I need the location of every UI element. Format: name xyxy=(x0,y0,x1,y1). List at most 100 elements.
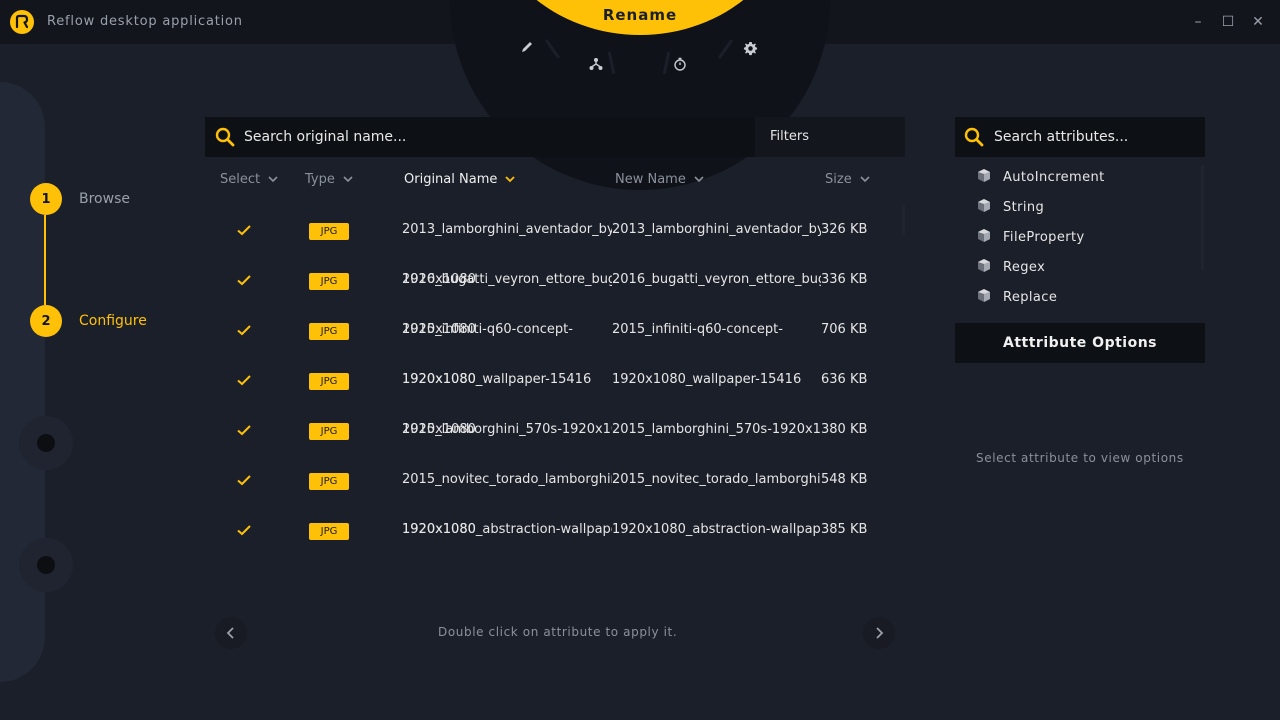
checkmark-icon[interactable] xyxy=(235,371,255,391)
table-row[interactable]: JPG 2016_bugatti_veyron_ettore_bugatti_le… xyxy=(205,256,905,306)
minimize-button[interactable]: – xyxy=(1188,12,1208,32)
new-name-cell: 2015_lamborghini_570s-1920x1080 xyxy=(612,422,822,437)
original-name-overlap: 1920x1080 xyxy=(402,522,476,537)
window-title: Reflow desktop application xyxy=(47,14,243,29)
steps-panel xyxy=(0,82,45,682)
checkmark-icon[interactable] xyxy=(235,421,255,441)
chevron-left-icon xyxy=(226,627,234,639)
column-size[interactable]: Size xyxy=(825,172,870,187)
app-logo xyxy=(10,10,34,34)
cube-icon xyxy=(975,256,993,278)
cube-icon xyxy=(975,196,993,218)
checkmark-icon[interactable] xyxy=(235,221,255,241)
step-3-indicator[interactable] xyxy=(37,434,55,452)
step-4-indicator[interactable] xyxy=(37,556,55,574)
hierarchy-icon[interactable] xyxy=(586,54,606,74)
chevron-down-icon xyxy=(860,172,870,187)
new-name-cell: 2015_novitec_torado_lamborghini_huracan_ xyxy=(612,472,822,487)
attribute-options-empty-hint: Select attribute to view options xyxy=(976,451,1184,465)
checkmark-icon[interactable] xyxy=(235,271,255,291)
file-type-badge: JPG xyxy=(309,323,349,340)
rename-label: Rename xyxy=(602,6,678,24)
new-name-cell: 1920x1080_abstraction-wallpaper-for- xyxy=(612,522,822,537)
original-name-overlap: 1920x1080 xyxy=(402,272,476,287)
column-select[interactable]: Select xyxy=(220,172,278,187)
table-row[interactable]: JPG 1920x1080_abstraction-wallpaper-for- 1… xyxy=(205,506,905,556)
cube-icon xyxy=(975,226,993,248)
search-icon xyxy=(215,127,235,151)
attribute-list-scrollbar[interactable] xyxy=(1201,165,1204,270)
size-cell: 380 KB xyxy=(821,422,901,437)
table-row[interactable]: JPG 2015_infiniti-q60-concept- 1920x1080 20… xyxy=(205,306,905,356)
filters-button[interactable]: Filters xyxy=(755,117,905,157)
new-name-cell: 2015_infiniti-q60-concept- xyxy=(612,322,783,337)
file-type-badge: JPG xyxy=(309,273,349,290)
attribute-item-label: Replace xyxy=(1003,289,1058,305)
chevron-right-icon xyxy=(876,627,884,639)
size-cell: 336 KB xyxy=(821,272,901,287)
attribute-item-label: Regex xyxy=(1003,259,1046,275)
attribute-item-label: String xyxy=(1003,199,1045,215)
attribute-item[interactable]: Replace xyxy=(975,285,1057,309)
checkmark-icon[interactable] xyxy=(235,521,255,541)
checkmark-icon[interactable] xyxy=(235,321,255,341)
original-name-cell: 2013_lamborghini_aventador_by_novitec_to… xyxy=(402,222,612,237)
checkmark-icon[interactable] xyxy=(235,471,255,491)
close-button[interactable]: ✕ xyxy=(1248,12,1268,32)
step-1-indicator[interactable]: 1 xyxy=(30,183,62,215)
table-row[interactable]: JPG 1920x1080_wallpaper-15416 1920x1080_ 19… xyxy=(205,356,905,406)
chevron-down-icon xyxy=(694,172,704,187)
attribute-item[interactable]: AutoIncrement xyxy=(975,165,1105,189)
column-select-label: Select xyxy=(220,172,261,187)
chevron-down-icon xyxy=(268,172,278,187)
cube-icon xyxy=(975,286,993,308)
size-cell: 548 KB xyxy=(821,472,901,487)
table-row[interactable]: JPG 2013_lamborghini_aventador_by_novitec… xyxy=(205,206,905,256)
file-type-badge: JPG xyxy=(309,373,349,390)
original-name-overlap: 1920x1080 xyxy=(402,322,476,337)
column-type[interactable]: Type xyxy=(305,172,353,187)
attribute-item[interactable]: FileProperty xyxy=(975,225,1085,249)
attribute-item[interactable]: String xyxy=(975,195,1044,219)
previous-page-button[interactable] xyxy=(215,617,247,649)
chevron-down-icon xyxy=(343,172,353,187)
step-progress-line xyxy=(44,215,46,305)
new-name-cell: 2016_bugatti_veyron_ettore_bugatti_legen… xyxy=(612,272,822,287)
apply-attribute-hint: Double click on attribute to apply it. xyxy=(438,625,678,639)
file-type-badge: JPG xyxy=(309,423,349,440)
column-size-label: Size xyxy=(825,172,852,187)
cube-icon xyxy=(975,166,993,188)
maximize-button[interactable]: ☐ xyxy=(1218,12,1238,32)
size-cell: 706 KB xyxy=(821,322,901,337)
attribute-item-label: FileProperty xyxy=(1003,229,1085,245)
original-name-cell: 2015_novitec_torado_lamborghini_huracan_ xyxy=(402,472,612,487)
step-2-indicator[interactable]: 2 xyxy=(30,305,62,337)
gear-icon[interactable] xyxy=(740,38,760,58)
next-page-button[interactable] xyxy=(863,617,895,649)
pencil-icon[interactable] xyxy=(517,37,537,57)
column-new-name-label: New Name xyxy=(615,172,686,187)
table-row[interactable]: JPG 2015_lamborghini_570s-1920x1080 1920x1… xyxy=(205,406,905,456)
new-name-cell: 1920x1080_wallpaper-15416 xyxy=(612,372,802,387)
attribute-item[interactable]: Regex xyxy=(975,255,1045,279)
column-new-name[interactable]: New Name xyxy=(615,172,704,187)
column-original-name[interactable]: Original Name xyxy=(404,172,515,187)
size-cell: 385 KB xyxy=(821,522,901,537)
timer-icon[interactable] xyxy=(670,54,690,74)
size-cell: 326 KB xyxy=(821,222,901,237)
chevron-down-icon xyxy=(505,172,515,187)
search-icon xyxy=(964,127,984,151)
step-configure-label[interactable]: Configure xyxy=(79,313,147,329)
step-browse-label[interactable]: Browse xyxy=(79,191,130,207)
new-name-cell: 2013_lamborghini_aventador_by_novitec_to xyxy=(612,222,822,237)
file-type-badge: JPG xyxy=(309,523,349,540)
column-original-name-label: Original Name xyxy=(404,172,498,187)
table-row[interactable]: JPG 2015_novitec_torado_lamborghini_hurac… xyxy=(205,456,905,506)
column-type-label: Type xyxy=(305,172,335,187)
file-type-badge: JPG xyxy=(309,223,349,240)
attribute-search-input[interactable] xyxy=(994,127,1194,147)
file-type-badge: JPG xyxy=(309,473,349,490)
attribute-item-label: AutoIncrement xyxy=(1003,169,1105,185)
size-cell: 636 KB xyxy=(821,372,901,387)
file-search-input[interactable] xyxy=(244,127,744,147)
